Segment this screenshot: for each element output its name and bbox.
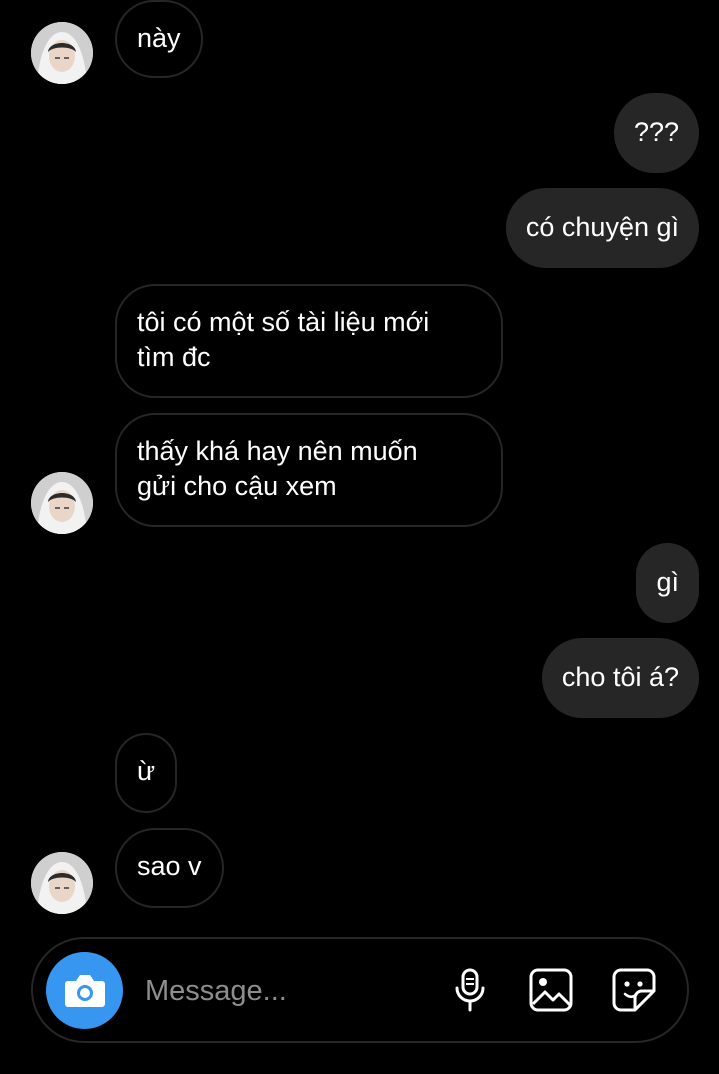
message-bubble-received[interactable]: thấy khá hay nên muốn gửi cho cậu xem — [115, 413, 503, 527]
image-icon[interactable] — [528, 967, 574, 1013]
message-bubble-received[interactable]: này — [115, 0, 203, 78]
sticker-icon[interactable] — [611, 967, 657, 1013]
microphone-icon[interactable] — [447, 967, 493, 1013]
contact-avatar[interactable] — [31, 852, 93, 914]
message-bubble-sent[interactable]: gì — [636, 543, 699, 623]
message-bubble-received[interactable]: sao v — [115, 828, 224, 908]
contact-avatar[interactable] — [31, 22, 93, 84]
message-bubble-sent[interactable]: cho tôi á? — [541, 638, 699, 718]
message-input[interactable] — [145, 969, 435, 1013]
message-bubble-sent[interactable]: có chuyện gì — [505, 188, 699, 268]
camera-button[interactable] — [46, 952, 123, 1029]
camera-icon — [65, 975, 105, 1007]
message-bubble-received[interactable]: tôi có một số tài liệu mới tìm đc — [115, 284, 503, 398]
contact-avatar[interactable] — [31, 472, 93, 534]
message-composer — [31, 937, 689, 1043]
message-bubble-sent[interactable]: ??? — [613, 93, 699, 173]
message-bubble-received[interactable]: ừ — [115, 733, 178, 813]
